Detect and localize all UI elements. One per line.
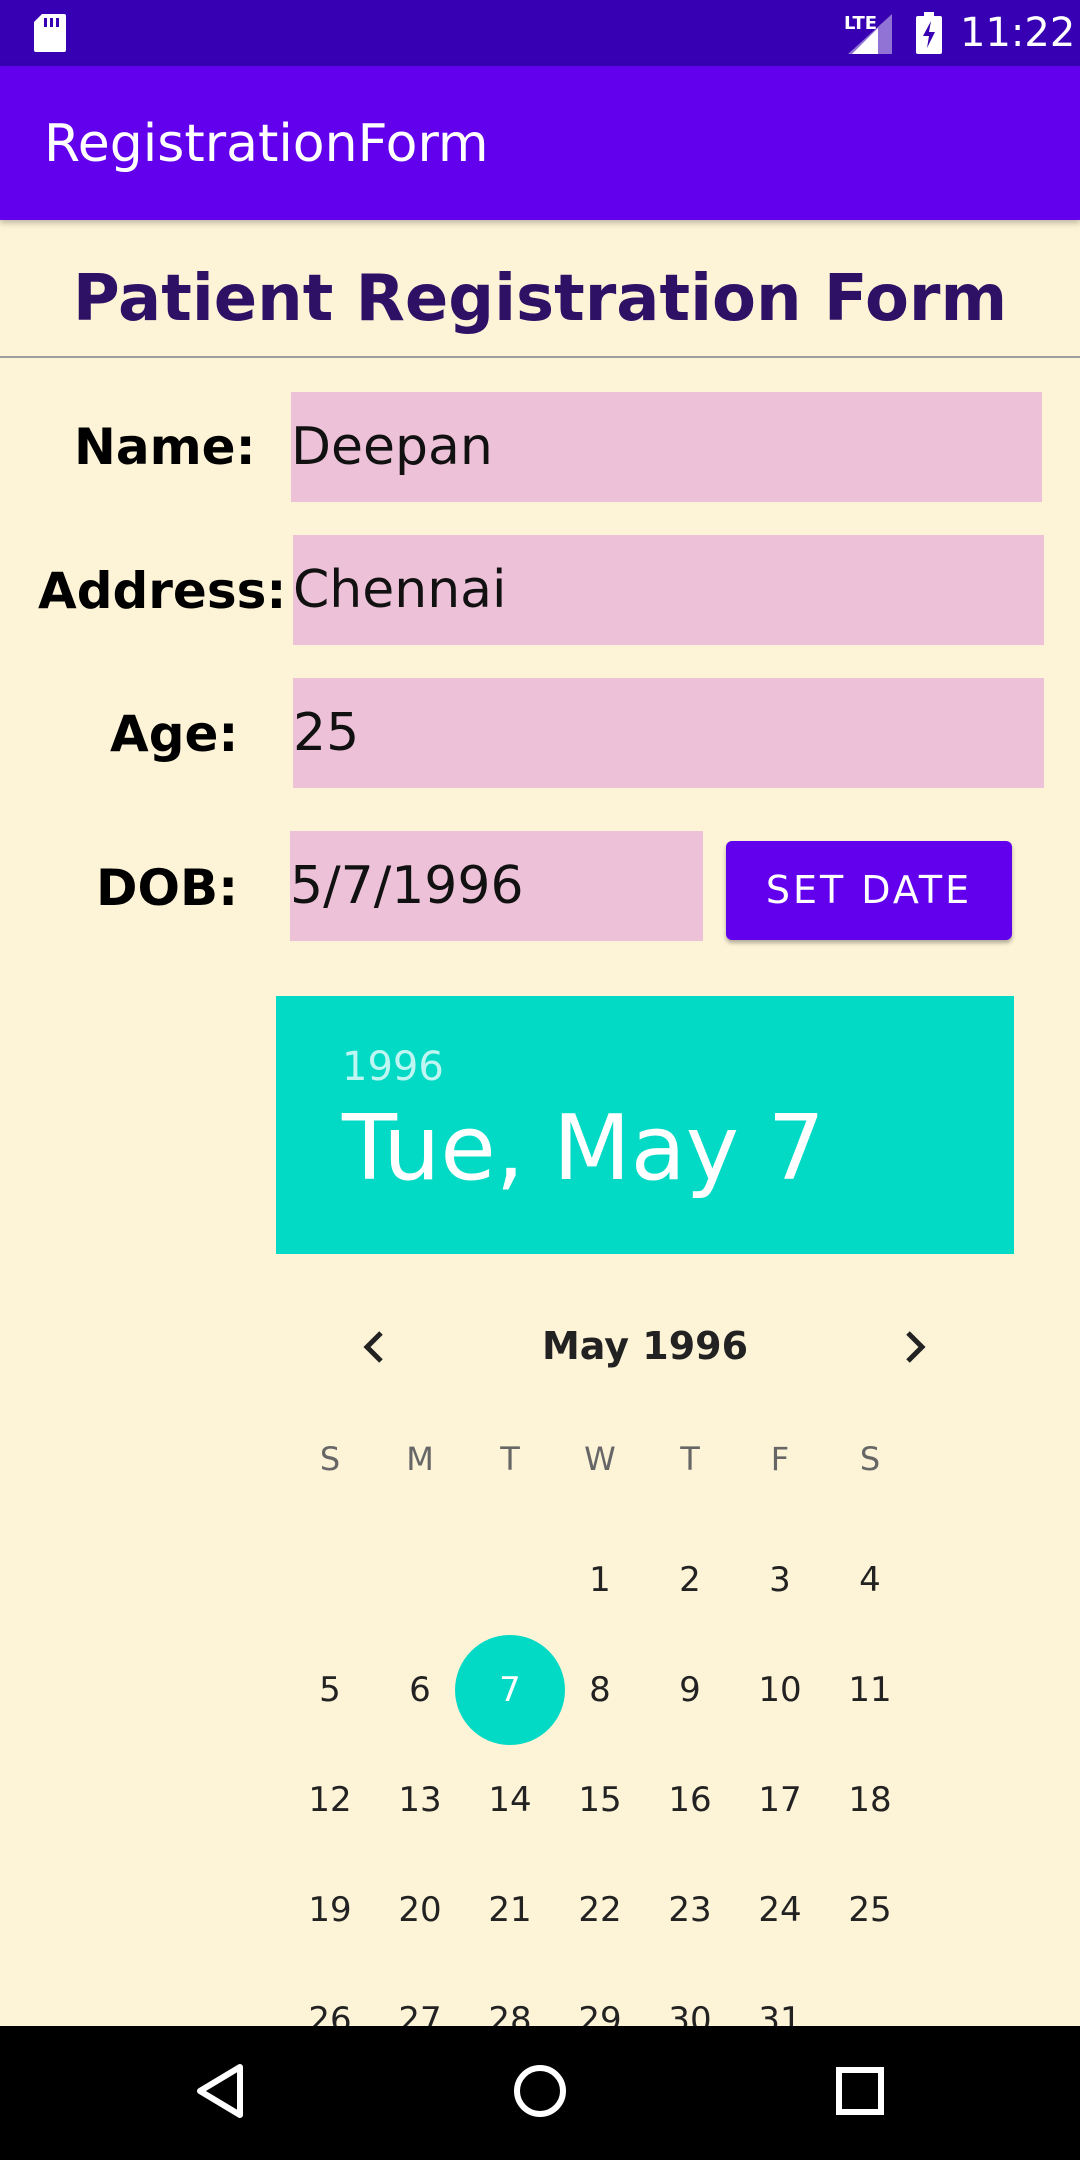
- calendar-day[interactable]: 8: [555, 1635, 645, 1745]
- name-field[interactable]: Deepan: [291, 392, 1042, 502]
- home-icon: [512, 2063, 568, 2124]
- calendar-day[interactable]: 15: [555, 1745, 645, 1855]
- calendar-day[interactable]: 21: [465, 1855, 555, 1965]
- calendar-day[interactable]: 5: [285, 1635, 375, 1745]
- page-title: Patient Registration Form: [72, 262, 1008, 336]
- weekday-header: W: [584, 1440, 616, 1478]
- next-month-button[interactable]: [890, 1324, 940, 1374]
- address-label: Address:: [38, 562, 287, 620]
- battery-charging-icon: [916, 12, 942, 59]
- app-bar: RegistrationForm: [0, 66, 1080, 220]
- calendar-day[interactable]: 1: [555, 1525, 645, 1635]
- picker-year[interactable]: 1996: [342, 1044, 444, 1090]
- calendar-day[interactable]: 19: [285, 1855, 375, 1965]
- signal-icon: [848, 14, 892, 59]
- calendar-day[interactable]: 13: [375, 1745, 465, 1855]
- status-bar: LTE 11:22: [0, 0, 1080, 66]
- calendar-day[interactable]: 3: [735, 1525, 825, 1635]
- weekday-header: S: [859, 1440, 881, 1478]
- weekday-header: M: [406, 1440, 434, 1478]
- sd-card-icon: [34, 14, 66, 57]
- chevron-right-icon: [900, 1329, 930, 1370]
- calendar-day[interactable]: 20: [375, 1855, 465, 1965]
- calendar-day[interactable]: 16: [645, 1745, 735, 1855]
- calendar-day[interactable]: 14: [465, 1745, 555, 1855]
- calendar-day[interactable]: 4: [825, 1525, 915, 1635]
- calendar-day[interactable]: 2: [645, 1525, 735, 1635]
- back-button[interactable]: [180, 2026, 260, 2160]
- calendar-day[interactable]: 6: [375, 1635, 465, 1745]
- app-title: RegistrationForm: [44, 114, 489, 174]
- calendar-day[interactable]: 22: [555, 1855, 645, 1965]
- dob-field[interactable]: 5/7/1996: [290, 831, 703, 941]
- calendar-day[interactable]: 12: [285, 1745, 375, 1855]
- calendar-day[interactable]: 10: [735, 1635, 825, 1745]
- weekday-header: F: [770, 1440, 790, 1478]
- age-label: Age:: [110, 705, 239, 763]
- calendar-day-selected[interactable]: 7: [455, 1635, 565, 1745]
- picker-selected-date[interactable]: Tue, May 7: [342, 1096, 825, 1201]
- set-date-button[interactable]: SET DATE: [726, 841, 1012, 940]
- date-picker-header: 1996 Tue, May 7: [276, 996, 1014, 1254]
- calendar-day[interactable]: 17: [735, 1745, 825, 1855]
- age-field[interactable]: 25: [293, 678, 1044, 788]
- calendar-day[interactable]: 25: [825, 1855, 915, 1965]
- weekday-header: T: [680, 1440, 700, 1478]
- divider: [0, 356, 1080, 358]
- weekday-header: T: [500, 1440, 520, 1478]
- home-button[interactable]: [500, 2026, 580, 2160]
- previous-month-button[interactable]: [349, 1324, 399, 1374]
- recents-icon: [835, 2066, 885, 2121]
- name-label: Name:: [74, 418, 256, 476]
- recents-button[interactable]: [820, 2026, 900, 2160]
- calendar-day[interactable]: 23: [645, 1855, 735, 1965]
- navigation-bar: [0, 2026, 1080, 2160]
- weekday-header: S: [319, 1440, 341, 1478]
- calendar-day[interactable]: 24: [735, 1855, 825, 1965]
- back-icon: [194, 2063, 246, 2124]
- calendar-day[interactable]: 11: [825, 1635, 915, 1745]
- dob-label: DOB:: [96, 859, 239, 917]
- chevron-left-icon: [359, 1329, 389, 1370]
- status-time: 11:22: [960, 10, 1076, 56]
- address-field[interactable]: Chennai: [293, 535, 1044, 645]
- calendar-day[interactable]: 9: [645, 1635, 735, 1745]
- calendar-day[interactable]: 18: [825, 1745, 915, 1855]
- month-label: May 1996: [541, 1324, 749, 1368]
